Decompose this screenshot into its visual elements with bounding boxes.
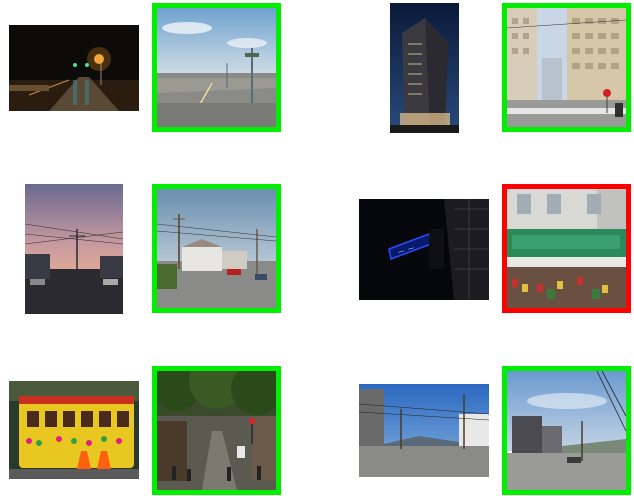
query-image-5	[9, 381, 139, 479]
match-image-5	[152, 366, 281, 495]
match-image-2	[502, 3, 631, 132]
query-image-2	[390, 3, 459, 133]
match-image-1	[152, 3, 281, 132]
query-image-1	[9, 25, 139, 111]
query-image-6	[359, 384, 489, 477]
query-image-4: ~ ~	[359, 199, 489, 300]
match-image-4	[502, 184, 631, 313]
query-image-3	[25, 184, 123, 314]
match-image-3	[152, 184, 281, 313]
match-image-6	[502, 366, 631, 495]
